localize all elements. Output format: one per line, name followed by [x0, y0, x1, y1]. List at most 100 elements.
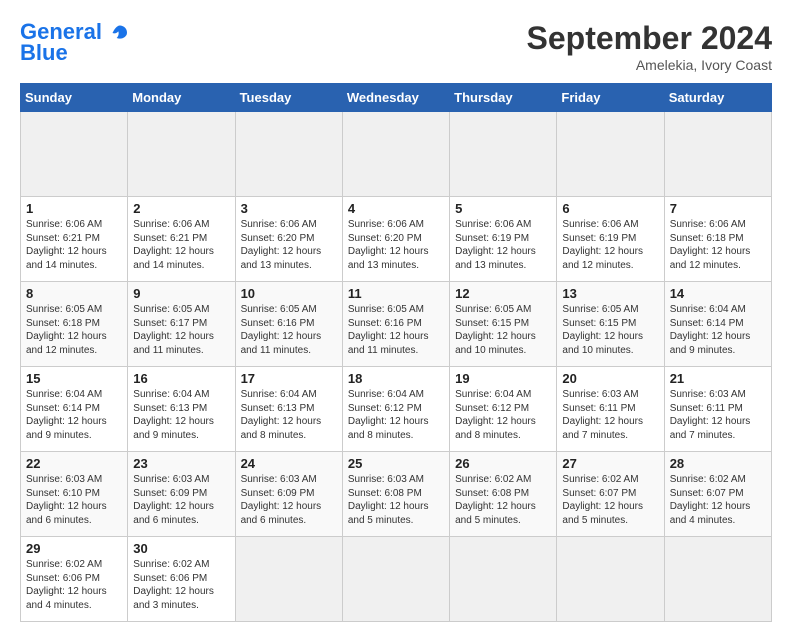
day-number: 26: [455, 456, 551, 471]
calendar-week-row: 29 Sunrise: 6:02 AM Sunset: 6:06 PM Dayli…: [21, 537, 772, 622]
day-info: Sunrise: 6:06 AM Sunset: 6:21 PM Dayligh…: [26, 218, 122, 272]
calendar-cell: 2 Sunrise: 6:06 AM Sunset: 6:21 PM Daylig…: [128, 197, 235, 282]
day-info: Sunrise: 6:04 AM Sunset: 6:12 PM Dayligh…: [348, 388, 444, 442]
calendar-cell: 3 Sunrise: 6:06 AM Sunset: 6:20 PM Daylig…: [235, 197, 342, 282]
day-info: Sunrise: 6:06 AM Sunset: 6:21 PM Dayligh…: [133, 218, 229, 272]
day-info: Sunrise: 6:06 AM Sunset: 6:18 PM Dayligh…: [670, 218, 766, 272]
weekday-header-cell: Saturday: [664, 84, 771, 112]
day-number: 3: [241, 201, 337, 216]
calendar-body: 1 Sunrise: 6:06 AM Sunset: 6:21 PM Daylig…: [21, 112, 772, 622]
calendar-cell: 11 Sunrise: 6:05 AM Sunset: 6:16 PM Dayli…: [342, 282, 449, 367]
calendar-cell: 17Sunrise: 6:04 AM Sunset: 6:13 PM Dayli…: [235, 367, 342, 452]
day-info: Sunrise: 6:03 AM Sunset: 6:11 PM Dayligh…: [562, 388, 658, 442]
day-info: Sunrise: 6:02 AM Sunset: 6:07 PM Dayligh…: [562, 473, 658, 527]
day-info: Sunrise: 6:03 AM Sunset: 6:09 PM Dayligh…: [241, 473, 337, 527]
calendar-cell: 1 Sunrise: 6:06 AM Sunset: 6:21 PM Daylig…: [21, 197, 128, 282]
weekday-header-cell: Thursday: [450, 84, 557, 112]
day-number: 5: [455, 201, 551, 216]
calendar-cell: 5 Sunrise: 6:06 AM Sunset: 6:19 PM Daylig…: [450, 197, 557, 282]
day-info: Sunrise: 6:03 AM Sunset: 6:09 PM Dayligh…: [133, 473, 229, 527]
calendar-week-row: [21, 112, 772, 197]
calendar-week-row: 15 Sunrise: 6:04 AM Sunset: 6:14 PM Dayli…: [21, 367, 772, 452]
day-number: 1: [26, 201, 122, 216]
weekday-header-cell: Friday: [557, 84, 664, 112]
day-info: Sunrise: 6:06 AM Sunset: 6:19 PM Dayligh…: [455, 218, 551, 272]
day-info: Sunrise: 6:03 AM Sunset: 6:10 PM Dayligh…: [26, 473, 122, 527]
day-number: 21: [670, 371, 766, 386]
day-number: 28: [670, 456, 766, 471]
calendar-cell: 7 Sunrise: 6:06 AM Sunset: 6:18 PM Daylig…: [664, 197, 771, 282]
day-info: Sunrise: 6:02 AM Sunset: 6:07 PM Dayligh…: [670, 473, 766, 527]
day-number: 27: [562, 456, 658, 471]
day-info: Sunrise: 6:05 AM Sunset: 6:17 PM Dayligh…: [133, 303, 229, 357]
calendar-cell: 8Sunrise: 6:05 AM Sunset: 6:18 PM Daylig…: [21, 282, 128, 367]
day-number: 29: [26, 541, 122, 556]
day-number: 23: [133, 456, 229, 471]
day-info: Sunrise: 6:05 AM Sunset: 6:18 PM Dayligh…: [26, 303, 122, 357]
weekday-header-cell: Monday: [128, 84, 235, 112]
day-number: 20: [562, 371, 658, 386]
calendar-cell: 9 Sunrise: 6:05 AM Sunset: 6:17 PM Daylig…: [128, 282, 235, 367]
day-number: 13: [562, 286, 658, 301]
calendar-cell: [450, 112, 557, 197]
day-number: 15: [26, 371, 122, 386]
calendar-cell: 13Sunrise: 6:05 AM Sunset: 6:15 PM Dayli…: [557, 282, 664, 367]
weekday-header-cell: Sunday: [21, 84, 128, 112]
day-number: 4: [348, 201, 444, 216]
location: Amelekia, Ivory Coast: [527, 57, 772, 73]
calendar-cell: 18 Sunrise: 6:04 AM Sunset: 6:12 PM Dayli…: [342, 367, 449, 452]
calendar-cell: [450, 537, 557, 622]
calendar-cell: 6Sunrise: 6:06 AM Sunset: 6:19 PM Daylig…: [557, 197, 664, 282]
calendar-cell: 15 Sunrise: 6:04 AM Sunset: 6:14 PM Dayli…: [21, 367, 128, 452]
calendar-cell: 10 Sunrise: 6:05 AM Sunset: 6:16 PM Dayli…: [235, 282, 342, 367]
day-info: Sunrise: 6:06 AM Sunset: 6:20 PM Dayligh…: [241, 218, 337, 272]
day-number: 9: [133, 286, 229, 301]
calendar-cell: [235, 112, 342, 197]
day-info: Sunrise: 6:06 AM Sunset: 6:20 PM Dayligh…: [348, 218, 444, 272]
day-number: 12: [455, 286, 551, 301]
day-number: 16: [133, 371, 229, 386]
day-number: 7: [670, 201, 766, 216]
calendar-cell: [664, 112, 771, 197]
day-number: 18: [348, 371, 444, 386]
calendar-cell: 28 Sunrise: 6:02 AM Sunset: 6:07 PM Dayli…: [664, 452, 771, 537]
calendar-cell: 23 Sunrise: 6:03 AM Sunset: 6:09 PM Dayli…: [128, 452, 235, 537]
calendar-week-row: 22Sunrise: 6:03 AM Sunset: 6:10 PM Dayli…: [21, 452, 772, 537]
calendar-cell: 19Sunrise: 6:04 AM Sunset: 6:12 PM Dayli…: [450, 367, 557, 452]
calendar-cell: [342, 112, 449, 197]
day-info: Sunrise: 6:05 AM Sunset: 6:15 PM Dayligh…: [455, 303, 551, 357]
logo: General Blue: [20, 20, 130, 66]
day-info: Sunrise: 6:02 AM Sunset: 6:06 PM Dayligh…: [26, 558, 122, 612]
day-info: Sunrise: 6:05 AM Sunset: 6:16 PM Dayligh…: [348, 303, 444, 357]
day-number: 10: [241, 286, 337, 301]
calendar-cell: [128, 112, 235, 197]
day-number: 2: [133, 201, 229, 216]
page-header: General Blue September 2024 Amelekia, Iv…: [20, 20, 772, 73]
calendar-cell: [664, 537, 771, 622]
day-info: Sunrise: 6:04 AM Sunset: 6:13 PM Dayligh…: [241, 388, 337, 442]
calendar-cell: 30Sunrise: 6:02 AM Sunset: 6:06 PM Dayli…: [128, 537, 235, 622]
weekday-header-cell: Wednesday: [342, 84, 449, 112]
day-info: Sunrise: 6:04 AM Sunset: 6:14 PM Dayligh…: [26, 388, 122, 442]
weekday-header-cell: Tuesday: [235, 84, 342, 112]
calendar-cell: 20 Sunrise: 6:03 AM Sunset: 6:11 PM Dayli…: [557, 367, 664, 452]
day-number: 14: [670, 286, 766, 301]
calendar-cell: 14Sunrise: 6:04 AM Sunset: 6:14 PM Dayli…: [664, 282, 771, 367]
day-info: Sunrise: 6:05 AM Sunset: 6:16 PM Dayligh…: [241, 303, 337, 357]
day-info: Sunrise: 6:03 AM Sunset: 6:08 PM Dayligh…: [348, 473, 444, 527]
weekday-header-row: SundayMondayTuesdayWednesdayThursdayFrid…: [21, 84, 772, 112]
title-block: September 2024 Amelekia, Ivory Coast: [527, 20, 772, 73]
day-info: Sunrise: 6:04 AM Sunset: 6:13 PM Dayligh…: [133, 388, 229, 442]
day-number: 11: [348, 286, 444, 301]
calendar-cell: 21 Sunrise: 6:03 AM Sunset: 6:11 PM Dayli…: [664, 367, 771, 452]
calendar-cell: 16 Sunrise: 6:04 AM Sunset: 6:13 PM Dayli…: [128, 367, 235, 452]
calendar-week-row: 8Sunrise: 6:05 AM Sunset: 6:18 PM Daylig…: [21, 282, 772, 367]
calendar-cell: [235, 537, 342, 622]
calendar-cell: [557, 112, 664, 197]
day-info: Sunrise: 6:03 AM Sunset: 6:11 PM Dayligh…: [670, 388, 766, 442]
calendar-cell: 29 Sunrise: 6:02 AM Sunset: 6:06 PM Dayli…: [21, 537, 128, 622]
logo-bird-icon: [110, 23, 130, 43]
day-number: 25: [348, 456, 444, 471]
calendar-cell: 26Sunrise: 6:02 AM Sunset: 6:08 PM Dayli…: [450, 452, 557, 537]
day-number: 6: [562, 201, 658, 216]
